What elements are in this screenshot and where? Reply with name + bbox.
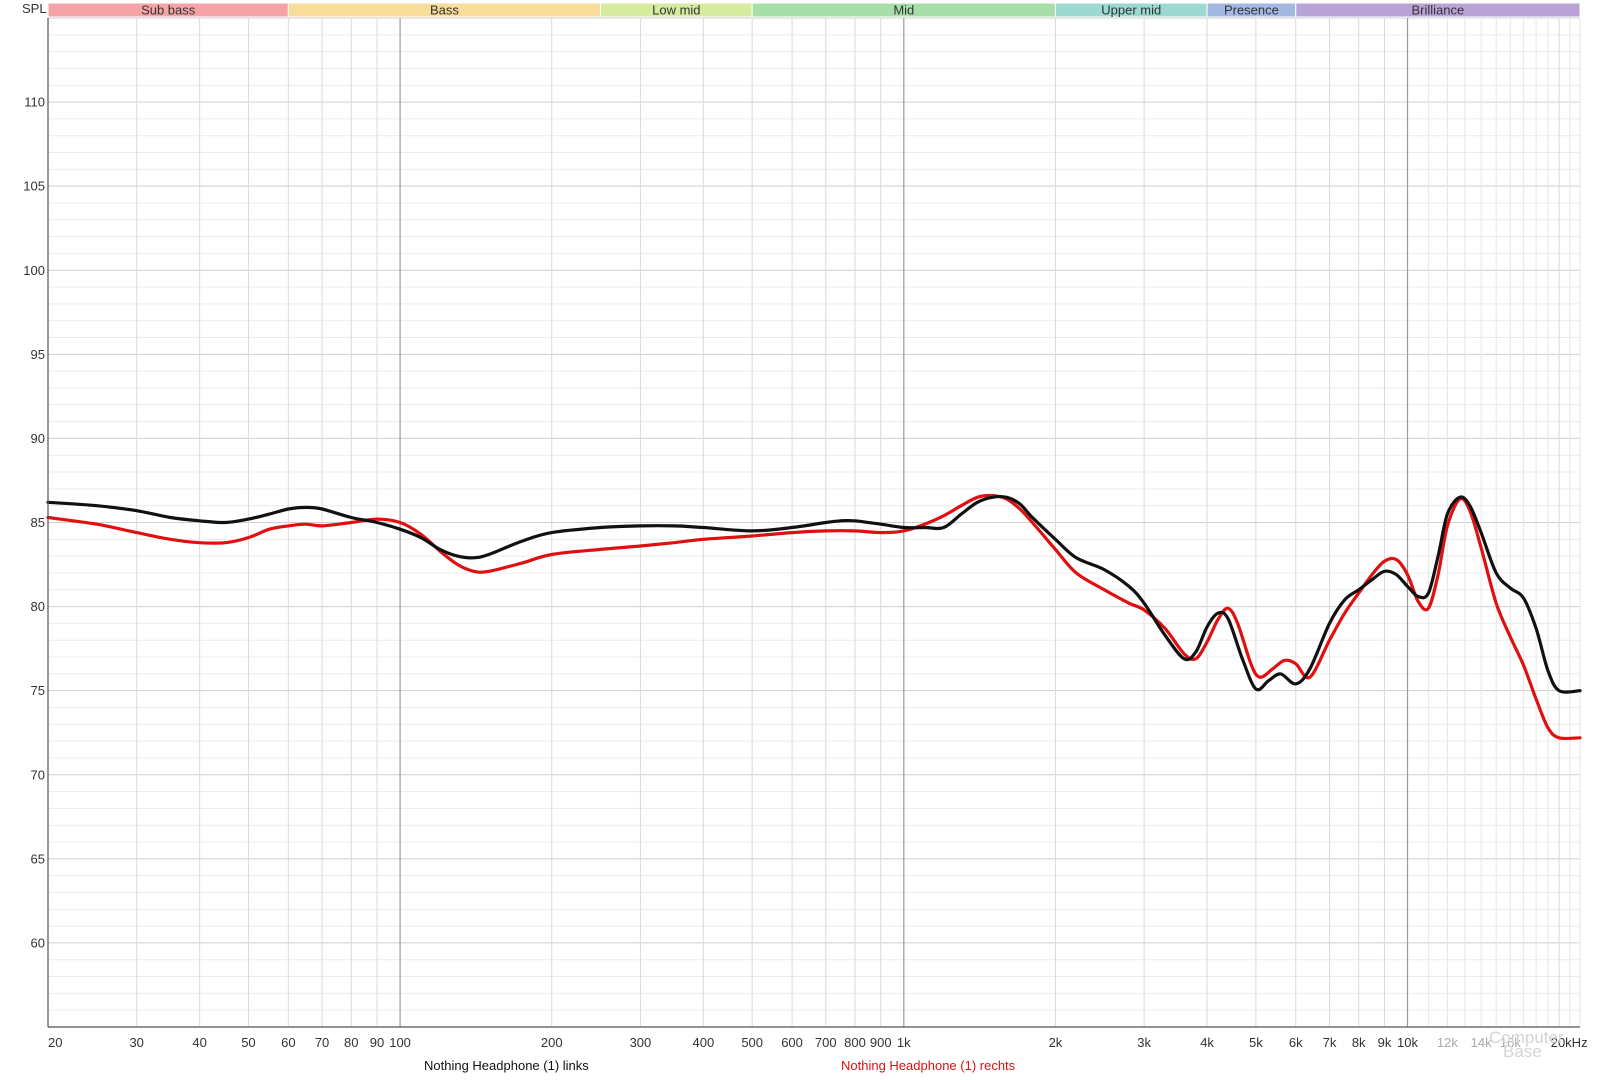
x-tick-label: 8k: [1352, 1035, 1366, 1050]
y-tick-label: 110: [24, 95, 45, 110]
x-tick-label: 7k: [1323, 1035, 1337, 1050]
y-tick-label: 95: [31, 347, 45, 362]
y-tick-label: 90: [31, 431, 45, 446]
x-tick-label: 300: [630, 1035, 652, 1050]
band-label-upper-mid: Upper mid: [1101, 3, 1161, 18]
x-tick-label: 90: [370, 1035, 384, 1050]
x-tick-label: 60: [281, 1035, 295, 1050]
chart-grid: [47, 17, 1581, 1028]
x-tick-label: 1k: [897, 1035, 911, 1050]
x-tick-label: 30: [129, 1035, 143, 1050]
x-tick-label: 700: [815, 1035, 837, 1050]
x-tick-label: 600: [781, 1035, 803, 1050]
series-line-rechts: [46, 493, 1582, 741]
legend-entry-links: Nothing Headphone (1) links: [424, 1058, 589, 1073]
band-label-low-mid: Low mid: [652, 3, 700, 18]
y-tick-label: 85: [31, 515, 45, 530]
x-tick-label: 12k: [1437, 1035, 1458, 1050]
y-tick-label: 60: [31, 935, 45, 950]
x-tick-label: 500: [741, 1035, 763, 1050]
x-tick-label: 3k: [1137, 1035, 1151, 1050]
y-tick-label: 75: [31, 683, 45, 698]
y-tick-label: 105: [23, 179, 45, 194]
band-label-mid: Mid: [893, 3, 914, 18]
y-tick-label: 100: [23, 263, 45, 278]
x-tick-label: 6k: [1289, 1035, 1303, 1050]
band-label-brilliance: Brilliance: [1412, 3, 1465, 18]
y-tick-label: 65: [31, 851, 45, 866]
series-lines: [46, 493, 1582, 741]
x-tick-label: 4k: [1200, 1035, 1214, 1050]
x-tick-label: 5k: [1249, 1035, 1263, 1050]
x-tick-label: 40: [192, 1035, 206, 1050]
x-tick-label: 20: [48, 1035, 62, 1050]
x-tick-label: 100: [389, 1035, 411, 1050]
y-axis-title: SPL: [22, 1, 47, 16]
band-label-sub-bass: Sub bass: [141, 3, 196, 18]
band-label-bass: Bass: [430, 3, 459, 18]
x-tick-label: 400: [692, 1035, 714, 1050]
x-tick-label: 900: [870, 1035, 892, 1050]
x-tick-label: 10k: [1397, 1035, 1418, 1050]
frequency-response-chart: Sub bass Bass Low mid Mid Upper mid Presence B…: [22, 1, 1588, 1050]
frequency-band-bar: Sub bass Bass Low mid Mid Upper mid Presence B…: [47, 2, 1581, 18]
y-tick-label: 70: [31, 767, 45, 782]
x-tick-label: 70: [315, 1035, 329, 1050]
x-tick-label: 50: [241, 1035, 255, 1050]
x-tick-label: 800: [844, 1035, 866, 1050]
x-tick-label: 200: [541, 1035, 563, 1050]
watermark-line-2: Base: [1503, 1042, 1542, 1061]
legend-entry-rechts: Nothing Headphone (1) rechts: [841, 1058, 1016, 1073]
computerbase-watermark-logo: Computer Base: [1489, 1029, 1564, 1061]
x-tick-label: 80: [344, 1035, 358, 1050]
band-label-presence: Presence: [1224, 3, 1279, 18]
x-tick-label: 9k: [1378, 1035, 1392, 1050]
x-tick-label: 2k: [1049, 1035, 1063, 1050]
y-tick-label: 80: [31, 599, 45, 614]
